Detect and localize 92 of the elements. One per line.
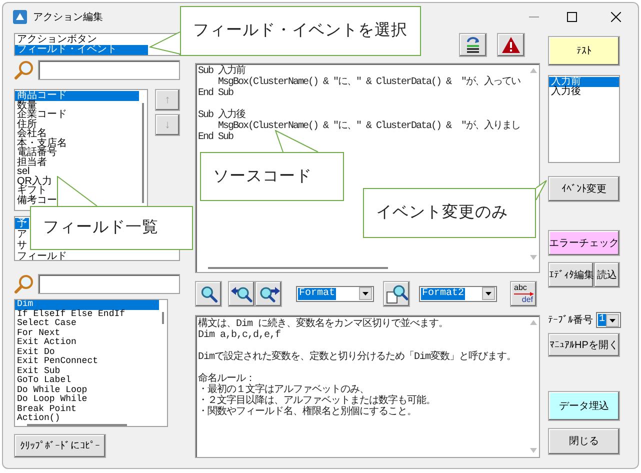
find-previous-button[interactable] — [228, 280, 255, 306]
list-item[interactable]: sel — [15, 167, 30, 176]
app-icon — [13, 10, 27, 24]
copy-button[interactable]: ｸﾘｯﾌﾟﾎﾞｰﾄﾞにｺﾋﾟｰ — [14, 434, 106, 458]
warning-icon — [502, 37, 520, 53]
minimize-icon — [529, 16, 539, 18]
search-field[interactable] — [38, 274, 180, 294]
callout: フィールド・イベントを選択 — [180, 6, 421, 56]
code-line: End Sub — [198, 132, 234, 143]
list-item[interactable]: 電話番号 — [15, 148, 57, 158]
replace-search-button[interactable] — [383, 280, 410, 306]
search-field[interactable] — [38, 60, 180, 80]
help-line: 構文は、Dim に続き、変数名をカンマ区切りで並べます。 — [198, 319, 448, 330]
scrollbar-thumb[interactable] — [208, 267, 388, 269]
swap-lines-icon — [464, 36, 482, 54]
help-line: ・最初の１文字はアルファベットのみ、 — [198, 385, 369, 396]
list-item[interactable]: ア — [15, 229, 27, 240]
code-line: End Sub — [198, 88, 234, 99]
close-dialog-button[interactable]: 閉じる — [548, 428, 620, 455]
swap-button[interactable] — [459, 33, 487, 57]
list-item[interactable]: GoTo Label — [15, 376, 72, 386]
scrollbar-thumb[interactable] — [162, 312, 164, 324]
list-item[interactable]: QR入力 — [15, 176, 52, 186]
help-line: 命名ルール： — [198, 374, 255, 385]
list-item[interactable]: ギフト — [15, 186, 47, 196]
right-arrow-icon — [514, 292, 534, 296]
list-item[interactable]: Do While Loop — [15, 386, 88, 395]
list-item[interactable]: 備考コー — [15, 196, 57, 205]
list-item[interactable]: Exit Action — [15, 338, 76, 348]
list-item[interactable]: 予 — [15, 218, 29, 229]
list-item[interactable]: Exit Sub — [15, 366, 60, 376]
caret-icon[interactable] — [482, 287, 495, 300]
list-item[interactable]: Action() — [15, 414, 60, 424]
list-item[interactable]: If ElseIf Else EndIf — [15, 310, 126, 319]
list-item[interactable]: フィールド・イベント — [15, 45, 148, 55]
search-icon — [14, 274, 34, 294]
magnifier-icon — [200, 284, 218, 302]
list-item[interactable]: アクションボタン — [15, 35, 97, 45]
window-title: アクション編集 — [33, 10, 103, 24]
list-item[interactable]: Exit Do — [15, 348, 55, 357]
list-item[interactable]: 担当者 — [15, 158, 47, 167]
find-next-button[interactable] — [255, 280, 282, 306]
editor-edit-button[interactable]: ｴﾃﾞｨﾀ編集 — [548, 262, 594, 288]
list-item[interactable]: Select Case — [15, 319, 76, 328]
help-line: Dim a,b,c,d,e,f — [198, 330, 281, 341]
scrollbar-thumb[interactable] — [142, 103, 144, 203]
format-combo[interactable]: Format — [296, 286, 374, 302]
callout-tail — [275, 130, 319, 152]
code-line: MsgBox(ClusterName() & "に、" & ClusterData() & "が、入りまし — [217, 121, 520, 132]
list-item[interactable]: 入力後 — [549, 87, 581, 97]
help-line: ・関数やフィールド名、権限名と別個にすること。 — [198, 407, 416, 418]
code-line: MsgBox(ClusterName() & "に、" & ClusterData() & "が、入ってい — [217, 77, 520, 88]
list-item[interactable]: 本・支店名 — [15, 138, 67, 148]
list-item[interactable]: Exit PenConnect — [15, 357, 98, 366]
code-line: Sub 入力後 — [198, 110, 246, 121]
list-item[interactable]: 企業コード — [15, 110, 67, 120]
callout-tail — [57, 176, 98, 206]
close-icon — [611, 12, 621, 22]
table-number-combo[interactable]: 1 — [596, 312, 622, 328]
event-change-button[interactable]: ｲﾍﾞﾝﾄ変更 — [548, 176, 620, 202]
list-item[interactable]: 数量 — [15, 100, 37, 110]
document-magnifier-icon — [386, 284, 408, 304]
list-item[interactable]: For Next — [15, 328, 60, 338]
help-line: ・２文字目以降は、アルファベットまたは数字も可能。 — [198, 396, 436, 407]
list-item[interactable]: 住所 — [15, 120, 37, 129]
list-item[interactable]: サ — [15, 240, 27, 251]
search-icon — [14, 60, 34, 80]
code-line: Sub 入力前 — [198, 66, 246, 77]
caret-icon[interactable] — [359, 287, 372, 300]
scrollbar-thumb[interactable] — [27, 424, 127, 426]
test-button[interactable]: ﾃｽﾄ — [548, 36, 620, 66]
caret-icon[interactable] — [606, 314, 620, 326]
embed-data-button[interactable]: データ埋込 — [548, 391, 620, 421]
error-check-button[interactable]: エラーチェック — [548, 230, 620, 256]
manual-button[interactable]: ﾏﾆｭｱﾙHPを開く — [548, 333, 620, 357]
format2-combo[interactable]: Format2 — [419, 286, 497, 302]
list-item[interactable]: Do Loop While — [15, 395, 88, 404]
table-number-label: ﾃｰﾌﾞﾙ番号 — [548, 314, 593, 328]
left-arrow-magnifier-icon — [230, 284, 252, 302]
replace-button[interactable]: abc def — [510, 280, 537, 306]
error-button[interactable] — [497, 33, 525, 57]
callout: ソースコード — [200, 152, 344, 201]
find-button[interactable] — [195, 280, 222, 306]
load-button[interactable]: 読込 — [594, 262, 620, 288]
maximize-icon — [567, 12, 577, 22]
list-item[interactable]: Break Point — [15, 404, 76, 414]
list-item[interactable]: 会社名 — [15, 129, 47, 138]
help-line: Dimで設定された変数を、定数と切り分けるため「Dim変数」と呼びます。 — [198, 352, 516, 363]
callout: イベント変更のみ — [363, 188, 536, 238]
right-arrow-magnifier-icon — [258, 284, 280, 302]
callout: フィールド一覧 — [30, 206, 193, 250]
list-item[interactable]: フィールド — [15, 251, 67, 260]
